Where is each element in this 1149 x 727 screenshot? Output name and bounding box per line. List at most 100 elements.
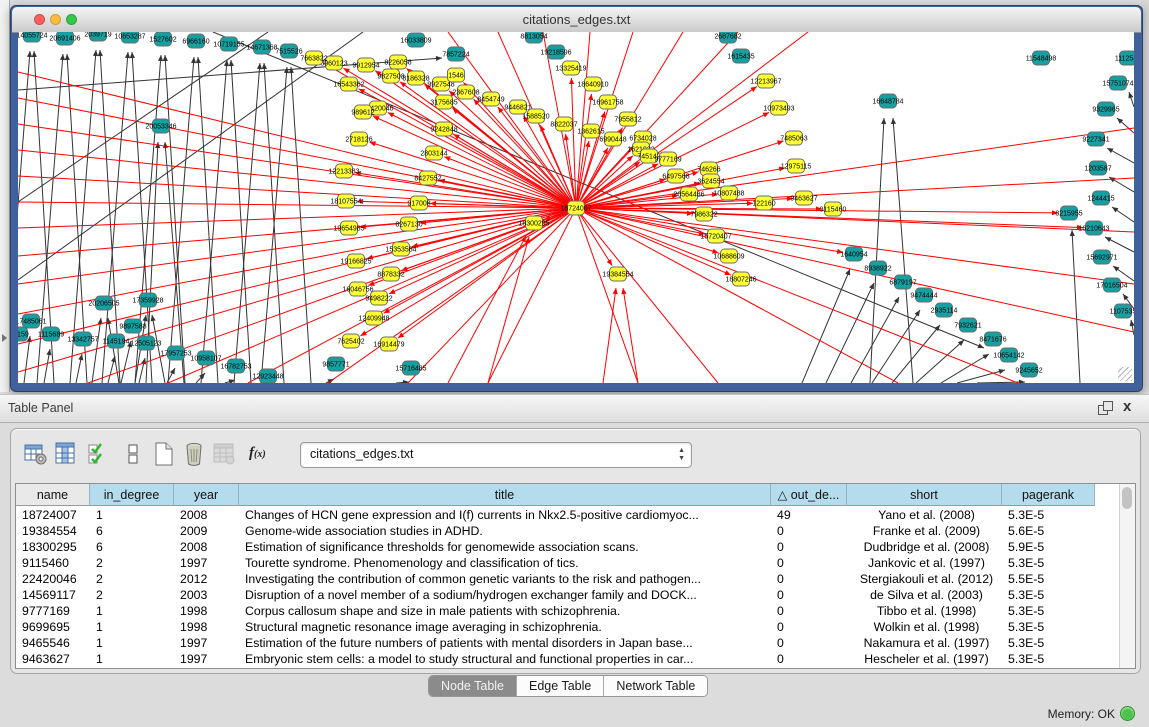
cell-title[interactable]: Embryonic stem cells: a model to study s… xyxy=(239,651,769,667)
cell-name[interactable]: 14569117 xyxy=(16,587,88,603)
graph-node[interactable]: 1527602 xyxy=(149,32,176,46)
cell-name[interactable]: 9463627 xyxy=(16,651,88,667)
graph-node[interactable]: 8471676 xyxy=(979,332,1006,346)
graph-node[interactable]: 19654985 xyxy=(333,221,364,235)
graph-node[interactable]: 17016504 xyxy=(1096,278,1127,292)
cell-pagerank[interactable]: 5.6E-5 xyxy=(1002,523,1093,539)
graph-node[interactable]: 7485063 xyxy=(780,131,807,145)
graph-node[interactable]: 8215955 xyxy=(1055,206,1082,220)
graph-node[interactable]: 917008 xyxy=(407,196,430,210)
cell-short[interactable]: Hescheler et al. (1997) xyxy=(847,651,1000,667)
graph-node[interactable]: 1112543 xyxy=(1115,51,1134,65)
cell-short[interactable]: de Silva et al. (2003) xyxy=(847,587,1000,603)
cell-out_de[interactable]: 0 xyxy=(771,651,845,667)
graph-node[interactable]: 3624554 xyxy=(697,174,724,188)
cell-in_degree[interactable]: 1 xyxy=(90,635,172,651)
cell-year[interactable]: 2003 xyxy=(174,587,237,603)
cell-in_degree[interactable]: 2 xyxy=(90,555,172,571)
column-header-pagerank[interactable]: pagerank xyxy=(1002,484,1095,506)
cell-title[interactable]: Estimation of the future numbers of pati… xyxy=(239,635,769,651)
graph-node[interactable]: 15720407 xyxy=(700,229,731,243)
graph-node[interactable]: 15353584 xyxy=(385,242,416,256)
table-row[interactable]: 977716911998Corpus callosum shape and si… xyxy=(16,603,1122,619)
function-builder-icon[interactable]: f(x) xyxy=(249,445,275,471)
table-scrollbar-thumb[interactable] xyxy=(1122,487,1132,509)
graph-node[interactable]: 2687682 xyxy=(714,32,741,43)
graph-node[interactable]: 10654142 xyxy=(993,348,1024,362)
graph-node[interactable]: 16914479 xyxy=(373,337,404,351)
graph-node[interactable]: 15716485 xyxy=(395,361,426,375)
table-row[interactable]: 1830029562008Estimation of significance … xyxy=(16,539,1122,555)
cell-title[interactable]: Disruption of a novel member of a sodium… xyxy=(239,587,769,603)
graph-node[interactable]: 8813054 xyxy=(520,32,547,43)
cell-short[interactable]: Franke et al. (2009) xyxy=(847,523,1000,539)
float-panel-icon[interactable] xyxy=(1098,401,1113,415)
graph-node[interactable]: 9857771 xyxy=(322,357,349,371)
column-header-out_de[interactable]: △ out_de... xyxy=(771,484,847,506)
graph-node[interactable]: 1244415 xyxy=(1087,191,1114,205)
cell-title[interactable]: Estimation of significance thresholds fo… xyxy=(239,539,769,555)
cell-name[interactable]: 9115460 xyxy=(16,555,88,571)
graph-node[interactable]: 16648784 xyxy=(872,94,903,108)
graph-node[interactable]: 9227341 xyxy=(1082,132,1109,146)
graph-node[interactable]: 8267130 xyxy=(395,217,422,231)
graph-node[interactable]: 1546 xyxy=(448,68,465,82)
cell-pagerank[interactable]: 5.3E-5 xyxy=(1002,651,1093,667)
cell-out_de[interactable]: 0 xyxy=(771,539,845,555)
graph-node[interactable]: 12213967 xyxy=(750,74,781,88)
graph-node[interactable]: 10653287 xyxy=(114,32,145,43)
cell-out_de[interactable]: 0 xyxy=(771,635,845,651)
table-row[interactable]: 2242004622012Investigating the contribut… xyxy=(16,571,1122,587)
cell-in_degree[interactable]: 1 xyxy=(90,651,172,667)
tab-edge-table[interactable]: Edge Table xyxy=(517,676,604,696)
cell-in_degree[interactable]: 1 xyxy=(90,603,172,619)
graph-node[interactable]: 8186328 xyxy=(402,71,429,85)
graph-node[interactable]: 9463627 xyxy=(790,191,817,205)
cell-title[interactable]: Corpus callosum shape and size in male p… xyxy=(239,603,769,619)
column-header-title[interactable]: title xyxy=(239,484,771,506)
graph-node[interactable]: 11548498 xyxy=(1026,51,1057,65)
graph-node[interactable]: 6966160 xyxy=(182,34,209,48)
graph-node[interactable]: 7857224 xyxy=(442,47,469,61)
graph-node[interactable]: 9329965 xyxy=(1092,102,1119,116)
graph-node[interactable]: 19166825 xyxy=(340,254,371,268)
network-table-selector[interactable]: citations_edges.txt ▲▼ xyxy=(300,442,692,468)
cell-pagerank[interactable]: 5.3E-5 xyxy=(1002,603,1093,619)
cell-year[interactable]: 2008 xyxy=(174,539,237,555)
graph-node[interactable]: 1115689 xyxy=(38,327,64,341)
cell-name[interactable]: 19384554 xyxy=(16,523,88,539)
graph-node[interactable]: 16961758 xyxy=(592,95,623,109)
graph-node[interactable]: 1107535 xyxy=(1110,304,1134,318)
graph-node[interactable]: 18640910 xyxy=(577,77,608,91)
cell-name[interactable]: 18300295 xyxy=(16,539,88,555)
graph-node[interactable]: 16033809 xyxy=(400,33,431,47)
memory-status-indicator[interactable] xyxy=(1120,706,1135,721)
cell-year[interactable]: 1998 xyxy=(174,619,237,635)
cell-short[interactable]: Stergiakouli et al. (2012) xyxy=(847,571,1000,587)
graph-node[interactable]: 1615435 xyxy=(727,49,754,63)
cell-in_degree[interactable]: 2 xyxy=(90,587,172,603)
graph-node[interactable]: 9474444 xyxy=(910,288,937,302)
table-row[interactable]: 1872400712008Changes of HCN gene express… xyxy=(16,507,1122,523)
table-row[interactable]: 911546021997Tourette syndrome. Phenomeno… xyxy=(16,555,1122,571)
graph-node[interactable]: 12975115 xyxy=(781,159,812,173)
table-row[interactable]: 946362711997Embryonic stem cells: a mode… xyxy=(16,651,1122,667)
cell-in_degree[interactable]: 6 xyxy=(90,539,172,555)
table-scrollbar[interactable] xyxy=(1119,484,1135,668)
cell-short[interactable]: Nakamura et al. (1997) xyxy=(847,635,1000,651)
graph-node[interactable]: 7955812 xyxy=(614,112,641,126)
graph-node[interactable]: 12923448 xyxy=(252,369,283,383)
graph-node[interactable]: 17359928 xyxy=(132,293,163,307)
graph-node[interactable]: 17957253 xyxy=(160,346,191,360)
graph-node[interactable]: 8226058 xyxy=(384,55,411,69)
graph-node[interactable]: 8878332 xyxy=(377,267,404,281)
cell-in_degree[interactable]: 2 xyxy=(90,571,172,587)
cell-title[interactable]: Changes of HCN gene expression and I(f) … xyxy=(239,507,769,523)
graph-node[interactable]: 1203587 xyxy=(1084,161,1111,175)
graph-node[interactable]: 18807246 xyxy=(725,272,756,286)
graph-node[interactable]: 9897588 xyxy=(119,319,146,333)
network-canvas[interactable]: 8960123991295482260589827508165433628186… xyxy=(18,32,1134,383)
table-row[interactable]: 946554611997Estimation of the future num… xyxy=(16,635,1122,651)
cell-year[interactable]: 1997 xyxy=(174,651,237,667)
graph-node[interactable]: 2718126 xyxy=(345,132,372,146)
